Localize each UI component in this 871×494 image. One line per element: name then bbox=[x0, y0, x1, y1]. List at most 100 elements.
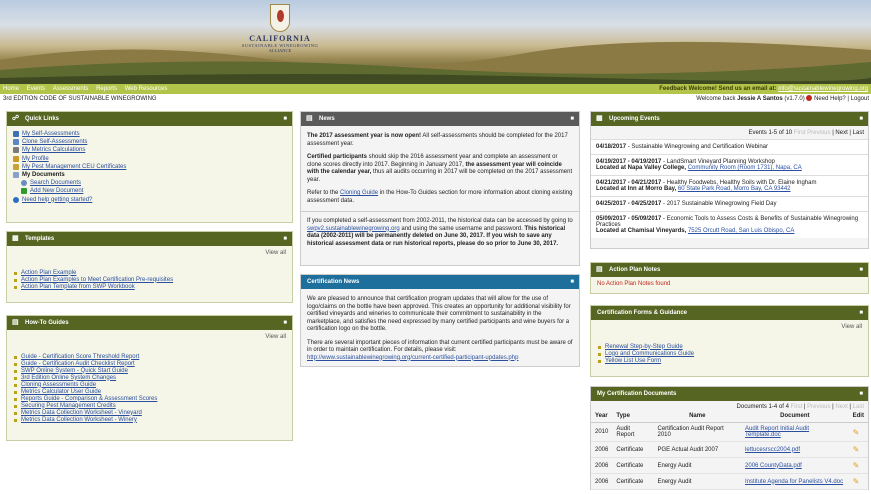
form-link[interactable]: Renewal Step-by-Step Guide bbox=[605, 344, 683, 350]
event-location-link[interactable]: Community Room (Room 1731), Napa, CA bbox=[688, 165, 802, 171]
quick-link-help[interactable]: Need help getting started? bbox=[13, 196, 286, 204]
pager-first[interactable]: First bbox=[791, 404, 803, 410]
document-link[interactable]: Audit Report Initial Audit Template.doc bbox=[745, 426, 809, 438]
quick-link-label[interactable]: My Profile bbox=[22, 156, 49, 162]
nav-web-resources[interactable]: Web Resources bbox=[125, 84, 168, 94]
nav-events[interactable]: Events bbox=[27, 84, 45, 94]
pager-last[interactable]: Last bbox=[853, 404, 864, 410]
form-link[interactable]: Yellow List Use Form bbox=[605, 358, 661, 364]
template-link[interactable]: Action Plan Examples to Meet Certificati… bbox=[21, 277, 173, 283]
collapse-icon[interactable]: ■ bbox=[859, 112, 863, 126]
quick-link-add-document[interactable]: Add New Document bbox=[13, 187, 286, 195]
collapse-icon[interactable]: ■ bbox=[570, 112, 574, 126]
howto-view-all[interactable]: View all bbox=[13, 334, 286, 342]
list-item[interactable]: Logo and Communications Guide bbox=[597, 351, 862, 358]
list-item[interactable]: Guide - Certification Audit Checklist Re… bbox=[13, 361, 286, 368]
quick-link-label[interactable]: My Self-Assessments bbox=[22, 131, 80, 137]
pager-last[interactable]: | Last bbox=[849, 130, 864, 136]
nav-reports[interactable]: Reports bbox=[96, 84, 117, 94]
quick-link-profile[interactable]: My Profile bbox=[13, 155, 286, 163]
quick-link-label[interactable]: My Metrics Calculations bbox=[22, 147, 85, 153]
edit-pencil-icon[interactable]: ✎ bbox=[848, 473, 868, 490]
list-item[interactable]: Renewal Step-by-Step Guide bbox=[597, 344, 862, 351]
help-icon[interactable] bbox=[806, 95, 813, 102]
templates-view-all[interactable]: View all bbox=[13, 250, 286, 258]
pager-previous[interactable]: Previous bbox=[807, 404, 830, 410]
guide-link[interactable]: Guide - Certification Audit Checklist Re… bbox=[21, 361, 135, 367]
guide-link[interactable]: Cloning Assessments Guide bbox=[21, 382, 96, 388]
event-item[interactable]: 04/21/2017 - 04/21/2017 - Healthy Foodwe… bbox=[591, 175, 868, 196]
pager-next[interactable]: Next bbox=[835, 404, 847, 410]
event-item[interactable]: 04/25/2017 - 04/25/2017 - 2017 Sustainab… bbox=[591, 196, 868, 211]
collapse-icon[interactable]: ■ bbox=[283, 316, 287, 330]
collapse-icon[interactable]: ■ bbox=[859, 263, 863, 277]
quick-link-search-documents[interactable]: Search Documents bbox=[13, 179, 286, 187]
event-location-link[interactable]: 60 State Park Road, Morro Bay, CA 93442 bbox=[678, 186, 791, 192]
guide-link[interactable]: SWP Online System - Quick Start Guide bbox=[21, 368, 128, 374]
quick-link-clone-self-assessments[interactable]: Clone Self-Assessments bbox=[13, 138, 286, 146]
quick-link-label[interactable]: My Pest Management CEU Certificates bbox=[22, 164, 126, 170]
event-item[interactable]: 05/09/2017 - 05/09/2017 - Economic Tools… bbox=[591, 211, 868, 238]
pager-first[interactable]: First bbox=[794, 130, 806, 136]
nav-assessments[interactable]: Assessments bbox=[53, 84, 89, 94]
feedback-email-link[interactable]: info@sustainablewinegrowing.org bbox=[778, 86, 868, 92]
edit-pencil-icon[interactable]: ✎ bbox=[848, 441, 868, 458]
list-item[interactable]: Metrics Calculator User Guide bbox=[13, 389, 286, 396]
edit-pencil-icon[interactable]: ✎ bbox=[848, 422, 868, 442]
document-link[interactable]: 2006 CountyData.pdf bbox=[745, 463, 802, 469]
quick-link-my-self-assessments[interactable]: My Self-Assessments bbox=[13, 130, 286, 138]
guide-link[interactable]: Metrics Data Collection Worksheet - Vine… bbox=[21, 410, 142, 416]
template-link[interactable]: Action Plan Example bbox=[21, 270, 76, 276]
pager-next[interactable]: | Next bbox=[832, 130, 848, 136]
event-item[interactable]: 04/18/2017 - Sustainable Winegrowing and… bbox=[591, 139, 868, 154]
help-link[interactable]: Need Help? bbox=[814, 96, 846, 102]
guide-link[interactable]: Metrics Calculator User Guide bbox=[21, 389, 101, 395]
list-item[interactable]: Metrics Data Collection Worksheet - Vine… bbox=[13, 410, 286, 417]
list-item[interactable]: Reports Guide - Comparison & Assessment … bbox=[13, 396, 286, 403]
guide-link[interactable]: 3rd Edition Online System Changes bbox=[21, 375, 116, 381]
guide-link[interactable]: Reports Guide - Comparison & Assessment … bbox=[21, 396, 157, 402]
logo[interactable]: CALIFORNIA SUSTAINABLE WINEGROWING ALLIA… bbox=[230, 4, 330, 64]
historical-data-link[interactable]: swpv2.sustainablewinegrowing.org bbox=[307, 226, 400, 232]
list-item[interactable]: Action Plan Template from SWP Workbook bbox=[13, 284, 286, 291]
nav-home[interactable]: Home bbox=[3, 84, 19, 94]
form-link[interactable]: Logo and Communications Guide bbox=[605, 351, 694, 357]
quick-link-ceu-certificates[interactable]: My Pest Management CEU Certificates bbox=[13, 163, 286, 171]
list-item[interactable]: 3rd Edition Online System Changes bbox=[13, 375, 286, 382]
document-link[interactable]: lettucesrscc2004.pdf bbox=[745, 447, 800, 453]
certification-forms-view-all[interactable]: View all bbox=[597, 324, 862, 332]
guide-link[interactable]: Securing Pest Management Credits bbox=[21, 403, 116, 409]
quick-link-label[interactable]: Clone Self-Assessments bbox=[22, 139, 87, 145]
event-title[interactable]: - Sustainable Winegrowing and Certificat… bbox=[626, 144, 768, 150]
logout-link[interactable]: | Logout bbox=[847, 96, 869, 102]
collapse-icon[interactable]: ■ bbox=[859, 306, 863, 320]
list-item[interactable]: Metrics Data Collection Worksheet - Wine… bbox=[13, 417, 286, 424]
guide-link[interactable]: Metrics Data Collection Worksheet - Wine… bbox=[21, 417, 137, 423]
guide-link[interactable]: Guide - Certification Score Threshold Re… bbox=[21, 354, 139, 360]
cert-updates-link[interactable]: http://www.sustainablewinegrowing.org/cu… bbox=[307, 355, 518, 361]
event-item[interactable]: 04/19/2017 - 04/19/2017 - LandSmart Vine… bbox=[591, 154, 868, 175]
list-item[interactable]: Action Plan Examples to Meet Certificati… bbox=[13, 277, 286, 284]
event-location-link[interactable]: 7525 Orcutt Road, San Luis Obispo, CA bbox=[688, 228, 794, 234]
template-link[interactable]: Action Plan Template from SWP Workbook bbox=[21, 284, 135, 290]
collapse-icon[interactable]: ■ bbox=[283, 112, 287, 126]
edit-pencil-icon[interactable]: ✎ bbox=[848, 457, 868, 474]
document-link[interactable]: Institute Agenda for Panelists V4.doc bbox=[745, 479, 843, 485]
list-item[interactable]: Yellow List Use Form bbox=[597, 358, 862, 365]
list-item[interactable]: Action Plan Example bbox=[13, 270, 286, 277]
quick-link-metrics[interactable]: My Metrics Calculations bbox=[13, 146, 286, 154]
quick-link-label[interactable]: Need help getting started? bbox=[22, 197, 92, 203]
cloning-guide-link[interactable]: Cloning Guide bbox=[340, 190, 378, 196]
list-item[interactable]: SWP Online System - Quick Start Guide bbox=[13, 368, 286, 375]
collapse-icon[interactable]: ■ bbox=[283, 232, 287, 246]
quick-link-label[interactable]: Add New Document bbox=[30, 188, 83, 194]
list-item[interactable]: Cloning Assessments Guide bbox=[13, 382, 286, 389]
event-title[interactable]: - 2017 Sustainable Winegrowing Field Day bbox=[661, 201, 776, 207]
list-item[interactable]: Securing Pest Management Credits bbox=[13, 403, 286, 410]
pager-previous[interactable]: Previous bbox=[807, 130, 830, 136]
collapse-icon[interactable]: ■ bbox=[570, 275, 574, 289]
quick-link-label[interactable]: Search Documents bbox=[30, 180, 81, 186]
quick-link-my-documents[interactable]: My Documents bbox=[13, 171, 286, 179]
collapse-icon[interactable]: ■ bbox=[859, 387, 863, 401]
list-item[interactable]: Guide - Certification Score Threshold Re… bbox=[13, 354, 286, 361]
